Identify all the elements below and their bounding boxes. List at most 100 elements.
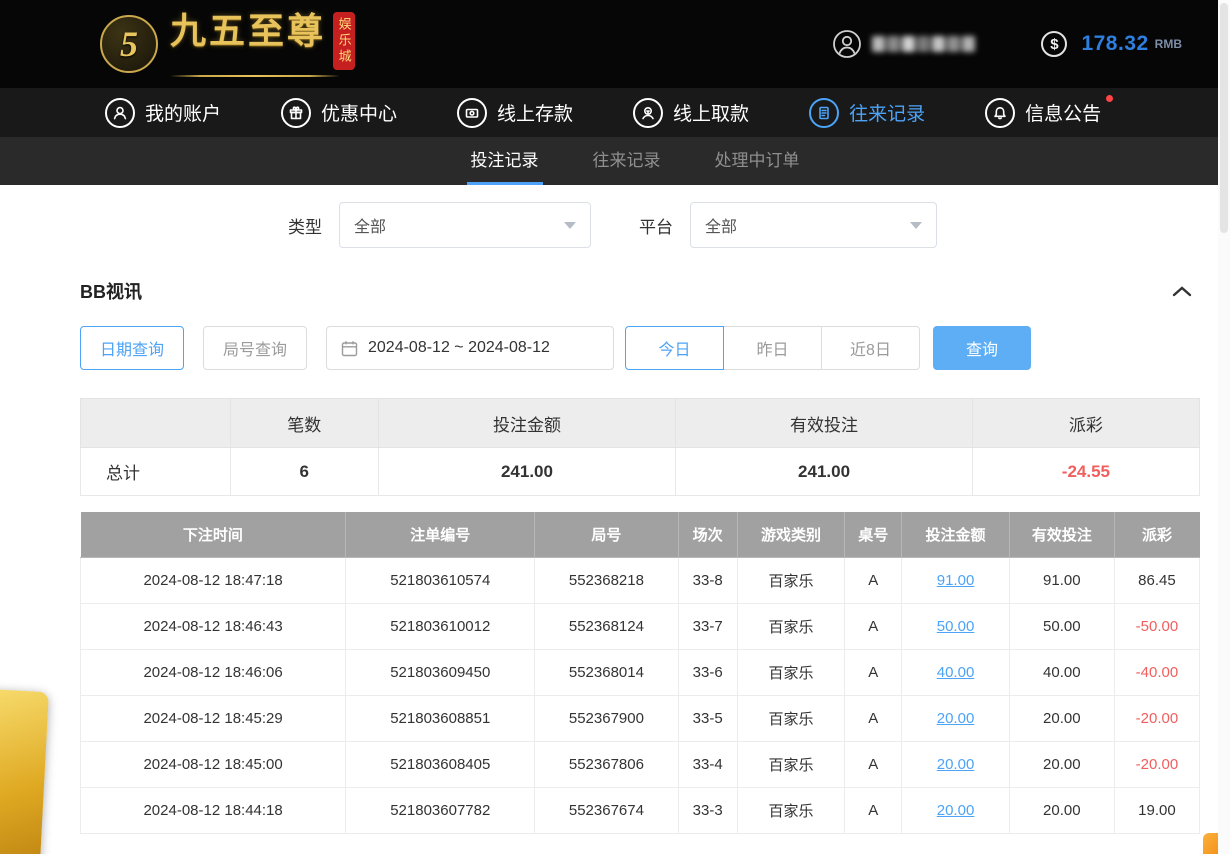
date-range-input[interactable]: 2024-08-12 ~ 2024-08-12 bbox=[326, 326, 614, 370]
nav-label: 线上存款 bbox=[497, 99, 573, 126]
round-query-button[interactable]: 局号查询 bbox=[203, 326, 307, 370]
quick-date-group: 今日 昨日 近8日 bbox=[625, 326, 920, 370]
site-logo[interactable]: 5 九五至尊 娱乐城 bbox=[100, 12, 355, 77]
cell-bet: 40.00 bbox=[902, 649, 1009, 695]
cell-table_no: A bbox=[845, 557, 902, 603]
balance-amount: 178.32 bbox=[1081, 32, 1148, 56]
table-row: 2024-08-12 18:47:18521803610574552368218… bbox=[81, 557, 1200, 603]
bet-records-table: 下注时间 注单编号 局号 场次 游戏类别 桌号 投注金额 有效投注 派彩 202… bbox=[80, 512, 1200, 834]
calendar-icon bbox=[341, 340, 358, 357]
nav-item-announcements[interactable]: 信息公告 bbox=[985, 98, 1101, 128]
cell-table_no: A bbox=[845, 695, 902, 741]
summary-header-count: 笔数 bbox=[230, 399, 378, 448]
tab-processing-orders[interactable]: 处理中订单 bbox=[709, 137, 806, 185]
cell-game: 百家乐 bbox=[737, 695, 844, 741]
cell-time: 2024-08-12 18:47:18 bbox=[81, 557, 346, 603]
type-select[interactable]: 全部 bbox=[339, 202, 591, 248]
platform-select-value: 全部 bbox=[705, 213, 737, 237]
logo-badge: 娱乐城 bbox=[333, 12, 355, 70]
bet-amount-link[interactable]: 20.00 bbox=[937, 710, 975, 727]
bet-table-body: 2024-08-12 18:47:18521803610574552368218… bbox=[81, 557, 1200, 833]
section-header: BB视讯 bbox=[80, 278, 1200, 304]
cell-bet: 20.00 bbox=[902, 741, 1009, 787]
summary-header-valid-bet: 有效投注 bbox=[676, 399, 973, 448]
cell-bet: 50.00 bbox=[902, 603, 1009, 649]
platform-filter-label: 平台 bbox=[639, 213, 673, 238]
cell-session: 33-4 bbox=[678, 741, 737, 787]
header-bet-time: 下注时间 bbox=[81, 512, 346, 557]
cell-table_no: A bbox=[845, 741, 902, 787]
logo-title: 九五至尊 bbox=[170, 12, 326, 52]
cell-payout: 19.00 bbox=[1114, 787, 1199, 833]
nav-item-withdraw[interactable]: 线上取款 bbox=[633, 98, 749, 128]
cell-time: 2024-08-12 18:44:18 bbox=[81, 787, 346, 833]
cell-payout: -20.00 bbox=[1114, 695, 1199, 741]
nav-label: 往来记录 bbox=[849, 99, 925, 126]
cell-bet_id: 521803608405 bbox=[346, 741, 535, 787]
cell-bet_id: 521803608851 bbox=[346, 695, 535, 741]
cell-bet_id: 521803610574 bbox=[346, 557, 535, 603]
summary-count: 6 bbox=[230, 448, 378, 496]
today-button[interactable]: 今日 bbox=[625, 326, 724, 370]
tab-bet-records[interactable]: 投注记录 bbox=[465, 137, 545, 185]
search-button[interactable]: 查询 bbox=[933, 326, 1031, 370]
cell-valid: 40.00 bbox=[1009, 649, 1114, 695]
bet-amount-link[interactable]: 20.00 bbox=[937, 756, 975, 773]
top-header: 5 九五至尊 娱乐城 $ bbox=[0, 0, 1230, 88]
yesterday-button[interactable]: 昨日 bbox=[723, 326, 822, 370]
cell-game: 百家乐 bbox=[737, 649, 844, 695]
cell-payout: 86.45 bbox=[1114, 557, 1199, 603]
header-valid-bet: 有效投注 bbox=[1009, 512, 1114, 557]
nav-label: 线上取款 bbox=[673, 99, 749, 126]
nav-item-deposit[interactable]: 线上存款 bbox=[457, 98, 573, 128]
nav-item-my-account[interactable]: 我的账户 bbox=[105, 98, 221, 128]
scrollbar-thumb[interactable] bbox=[1220, 3, 1228, 233]
cell-round: 552368218 bbox=[535, 557, 678, 603]
balance-coin-icon: $ bbox=[1041, 31, 1067, 57]
deposit-icon bbox=[457, 98, 487, 128]
table-row: 2024-08-12 18:44:18521803607782552367674… bbox=[81, 787, 1200, 833]
cell-session: 33-6 bbox=[678, 649, 737, 695]
bet-amount-link[interactable]: 91.00 bbox=[937, 572, 975, 589]
logo-flourish bbox=[170, 75, 340, 77]
cell-time: 2024-08-12 18:45:29 bbox=[81, 695, 346, 741]
cell-round: 552367900 bbox=[535, 695, 678, 741]
bet-amount-link[interactable]: 50.00 bbox=[937, 618, 975, 635]
header-table-number: 桌号 bbox=[845, 512, 902, 557]
sub-tab-bar: 投注记录 往来记录 处理中订单 bbox=[0, 137, 1230, 185]
user-avatar-icon[interactable] bbox=[832, 29, 862, 59]
cell-bet: 20.00 bbox=[902, 695, 1009, 741]
nav-label: 我的账户 bbox=[145, 99, 221, 126]
date-query-button[interactable]: 日期查询 bbox=[80, 326, 184, 370]
logo-emblem-icon: 5 bbox=[100, 15, 158, 73]
platform-select[interactable]: 全部 bbox=[690, 202, 937, 248]
bet-amount-link[interactable]: 20.00 bbox=[937, 802, 975, 819]
cell-game: 百家乐 bbox=[737, 787, 844, 833]
floating-promo-widget[interactable] bbox=[0, 688, 49, 854]
table-row: 2024-08-12 18:46:43521803610012552368124… bbox=[81, 603, 1200, 649]
gift-icon bbox=[281, 98, 311, 128]
nav-item-transaction-records[interactable]: 往来记录 bbox=[809, 98, 925, 128]
nav-item-promotions[interactable]: 优惠中心 bbox=[281, 98, 397, 128]
cell-time: 2024-08-12 18:46:43 bbox=[81, 603, 346, 649]
header-bet-amount: 投注金额 bbox=[902, 512, 1009, 557]
cell-round: 552368124 bbox=[535, 603, 678, 649]
chevron-down-icon bbox=[910, 222, 922, 229]
cell-bet: 20.00 bbox=[902, 787, 1009, 833]
scrollbar[interactable] bbox=[1218, 0, 1230, 854]
tab-transaction-records[interactable]: 往来记录 bbox=[587, 137, 667, 185]
cell-table_no: A bbox=[845, 603, 902, 649]
last-8-days-button[interactable]: 近8日 bbox=[821, 326, 920, 370]
summary-header-bet-amount: 投注金额 bbox=[378, 399, 676, 448]
cell-payout: -20.00 bbox=[1114, 741, 1199, 787]
cell-session: 33-5 bbox=[678, 695, 737, 741]
summary-payout: -24.55 bbox=[972, 448, 1199, 496]
cell-game: 百家乐 bbox=[737, 557, 844, 603]
bet-amount-link[interactable]: 40.00 bbox=[937, 664, 975, 681]
cell-valid: 20.00 bbox=[1009, 787, 1114, 833]
username-blurred[interactable] bbox=[872, 36, 975, 52]
type-filter-label: 类型 bbox=[288, 213, 322, 238]
type-select-value: 全部 bbox=[354, 213, 386, 237]
collapse-chevron-up-icon[interactable] bbox=[1164, 282, 1200, 301]
summary-header-row: 笔数 投注金额 有效投注 派彩 bbox=[81, 399, 1200, 448]
